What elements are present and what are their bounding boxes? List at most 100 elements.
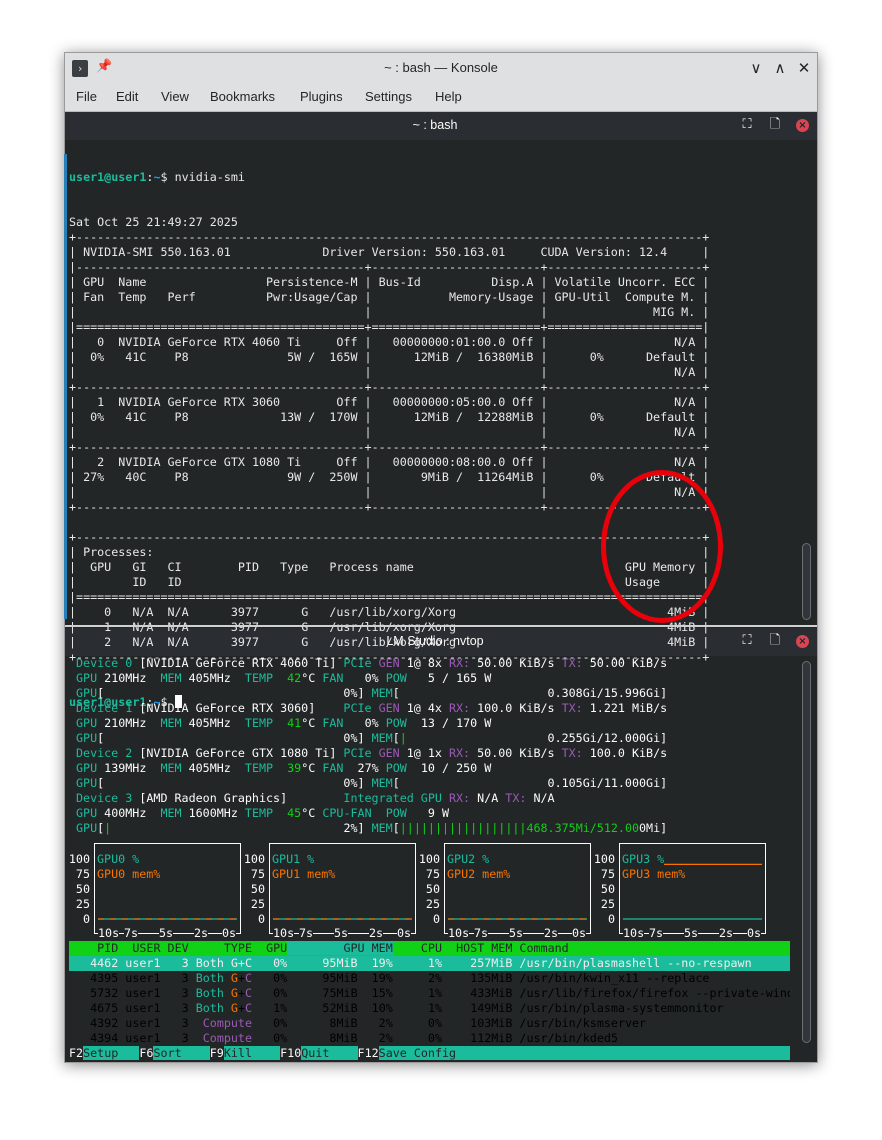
x-tick-label: 0s	[222, 926, 237, 941]
cpu: 0%	[392, 1031, 443, 1045]
maximize-pane-icon[interactable]: ⛶	[739, 117, 755, 133]
window-title: ~ : bash — Konsole	[384, 60, 498, 75]
gpu-util: 0%	[252, 1031, 288, 1045]
segment: 210MHz	[104, 716, 161, 730]
type-plus: +	[237, 1001, 245, 1015]
y-tick-label: 50	[250, 882, 265, 896]
output-line: | 0 N/A N/A 3977 G /usr/lib/xorg/Xorg 4M…	[69, 605, 710, 619]
y-tick-label: 100	[68, 852, 90, 866]
new-tab-icon[interactable]: 🗋	[767, 633, 783, 649]
process-row[interactable]: 4395 user1 3 Both G+C 0% 95MiB 19% 2% 13…	[69, 971, 790, 986]
device-2-stats: GPU 139MHz MEM 405MHz TEMP 39°C FAN 27% …	[76, 761, 667, 776]
menu-edit[interactable]: Edit	[116, 89, 138, 104]
segment: GEN	[378, 701, 407, 715]
new-tab-icon[interactable]: 🗋	[767, 117, 783, 133]
segment: PCIe	[343, 701, 379, 715]
segment: Device 3	[76, 791, 133, 805]
column-header[interactable]: DEV	[161, 941, 189, 955]
output-line: | 1 NVIDIA GeForce RTX 3060 Off | 000000…	[69, 395, 710, 409]
mem-usage-meter-bar-fill: |	[399, 731, 407, 745]
menu-bookmarks[interactable]: Bookmarks	[210, 89, 275, 104]
footer-action-save-config[interactable]: Save Config	[378, 1046, 790, 1060]
segment: Device 1	[76, 701, 133, 715]
process-row[interactable]: 4462 user1 3 Both G+C 0% 95MiB 19% 1% 25…	[69, 956, 790, 971]
type-plus: +	[237, 986, 245, 1000]
process-row[interactable]: 4675 user1 3 Both G+C 1% 52MiB 10% 1% 14…	[69, 1001, 790, 1016]
footer-key: F6	[139, 1046, 154, 1060]
footer-action-setup[interactable]: Setup	[83, 1046, 140, 1060]
segment: 45	[287, 806, 302, 820]
pane-splitter[interactable]	[65, 625, 817, 627]
footer-line: F2Setup F6Sort F9Kill F10Quit F12Save Co…	[69, 1046, 790, 1061]
column-header[interactable]: GPU	[252, 941, 287, 955]
process-table[interactable]: PID USER DEV TYPE GPU GPU MEM CPU HOST M…	[69, 941, 790, 1046]
cpu: 1%	[392, 986, 443, 1000]
y-tick-label: 75	[250, 867, 265, 881]
segment: 41	[287, 716, 302, 730]
maximize-pane-icon[interactable]: ⛶	[739, 633, 755, 649]
segment: 0%	[350, 716, 386, 730]
command: /usr/bin/plasma-systemmonitor	[512, 1001, 724, 1015]
output-line: +---------------------------------------…	[69, 380, 710, 394]
output-line: | | | N/A |	[69, 365, 710, 379]
footer-action-kill[interactable]: Kill	[223, 1046, 281, 1060]
top-terminal-output[interactable]: user1@user1:~$ nvidia-smi Sat Oct 25 21:…	[69, 140, 709, 725]
output-line: | 2 N/A N/A 3977 G /usr/lib/xorg/Xorg 4M…	[69, 635, 710, 649]
footer-action-quit[interactable]: Quit	[301, 1046, 358, 1060]
close-pane-icon[interactable]: ×	[796, 635, 809, 648]
segment: POW	[385, 761, 414, 775]
footer-key: F9	[209, 1046, 224, 1060]
mem-meter-label: MEM	[371, 731, 393, 745]
mem-meter-label: MEM	[371, 686, 393, 700]
prompt-path: ~	[153, 170, 161, 184]
column-header[interactable]: USER	[118, 941, 160, 955]
column-header[interactable]: Command	[512, 941, 790, 955]
top-scrollbar-thumb[interactable]	[802, 543, 811, 620]
menu-help[interactable]: Help	[435, 89, 462, 104]
segment: 1@ 8x	[406, 656, 449, 670]
device-0-usage-bars: GPU[ 0%] MEM[ 0.308Gi/15.996Gi]	[76, 686, 667, 701]
pid: 4675	[69, 1001, 119, 1015]
process-row[interactable]: 4392 user1 3 Compute 0% 8MiB 2% 0% 103Mi…	[69, 1016, 790, 1031]
process-row[interactable]: 5732 user1 3 Both G+C 0% 75MiB 15% 1% 43…	[69, 986, 790, 1001]
pid: 5732	[69, 986, 119, 1000]
menu-view[interactable]: View	[161, 89, 189, 104]
segment: 405MHz	[188, 761, 245, 775]
column-header[interactable]: CPU	[393, 941, 442, 955]
output-line: |=======================================…	[69, 320, 710, 334]
gpu-util-meter-text: 0%	[343, 776, 358, 790]
gpu-util: 0%	[252, 956, 288, 970]
command: /usr/bin/ksmserver	[512, 1016, 647, 1030]
menu-file[interactable]: File	[76, 89, 97, 104]
process-row[interactable]: 4394 user1 3 Compute 0% 8MiB 2% 0% 112Mi…	[69, 1031, 790, 1046]
y-tick-label: 25	[250, 897, 265, 911]
mem-usage-meter-text: 0.255Gi/12.000Gi	[547, 731, 661, 745]
type: Compute	[195, 1031, 252, 1045]
type: Compute	[195, 1016, 252, 1030]
prompt-line: user1@user1:~$ nvidia-smi	[69, 170, 709, 185]
type-compute: C	[245, 1001, 253, 1015]
x-tick-label: 7s	[124, 926, 139, 941]
column-header[interactable]: GPU MEM	[287, 941, 393, 955]
nvtop-device-info: Device 0 [NVIDIA GeForce RTX 4060 Ti] PC…	[76, 656, 667, 836]
footer-action-sort[interactable]: Sort	[153, 1046, 210, 1060]
legend-gpu-util: GPU1 %	[272, 852, 315, 867]
segment: MEM	[160, 671, 189, 685]
column-header[interactable]: HOST MEM	[442, 941, 512, 955]
segment: 50.00 KiB/s	[470, 746, 562, 760]
segment: 13 / 170 W	[413, 716, 492, 730]
bottom-scrollbar-thumb[interactable]	[802, 661, 811, 1043]
close-pane-icon[interactable]: ×	[796, 119, 809, 132]
prompt-symbol: $	[160, 170, 175, 184]
segment: TX:	[561, 746, 583, 760]
menu-plugins[interactable]: Plugins	[300, 89, 343, 104]
host-mem: 112MiB	[442, 1031, 513, 1045]
maximize-button[interactable]: ∧	[769, 57, 791, 79]
column-header[interactable]: TYPE	[189, 941, 252, 955]
minimize-button[interactable]: ∨	[745, 57, 767, 79]
close-button[interactable]: ✕	[793, 57, 815, 79]
column-header[interactable]: PID	[69, 941, 118, 955]
menu-settings[interactable]: Settings	[365, 89, 412, 104]
